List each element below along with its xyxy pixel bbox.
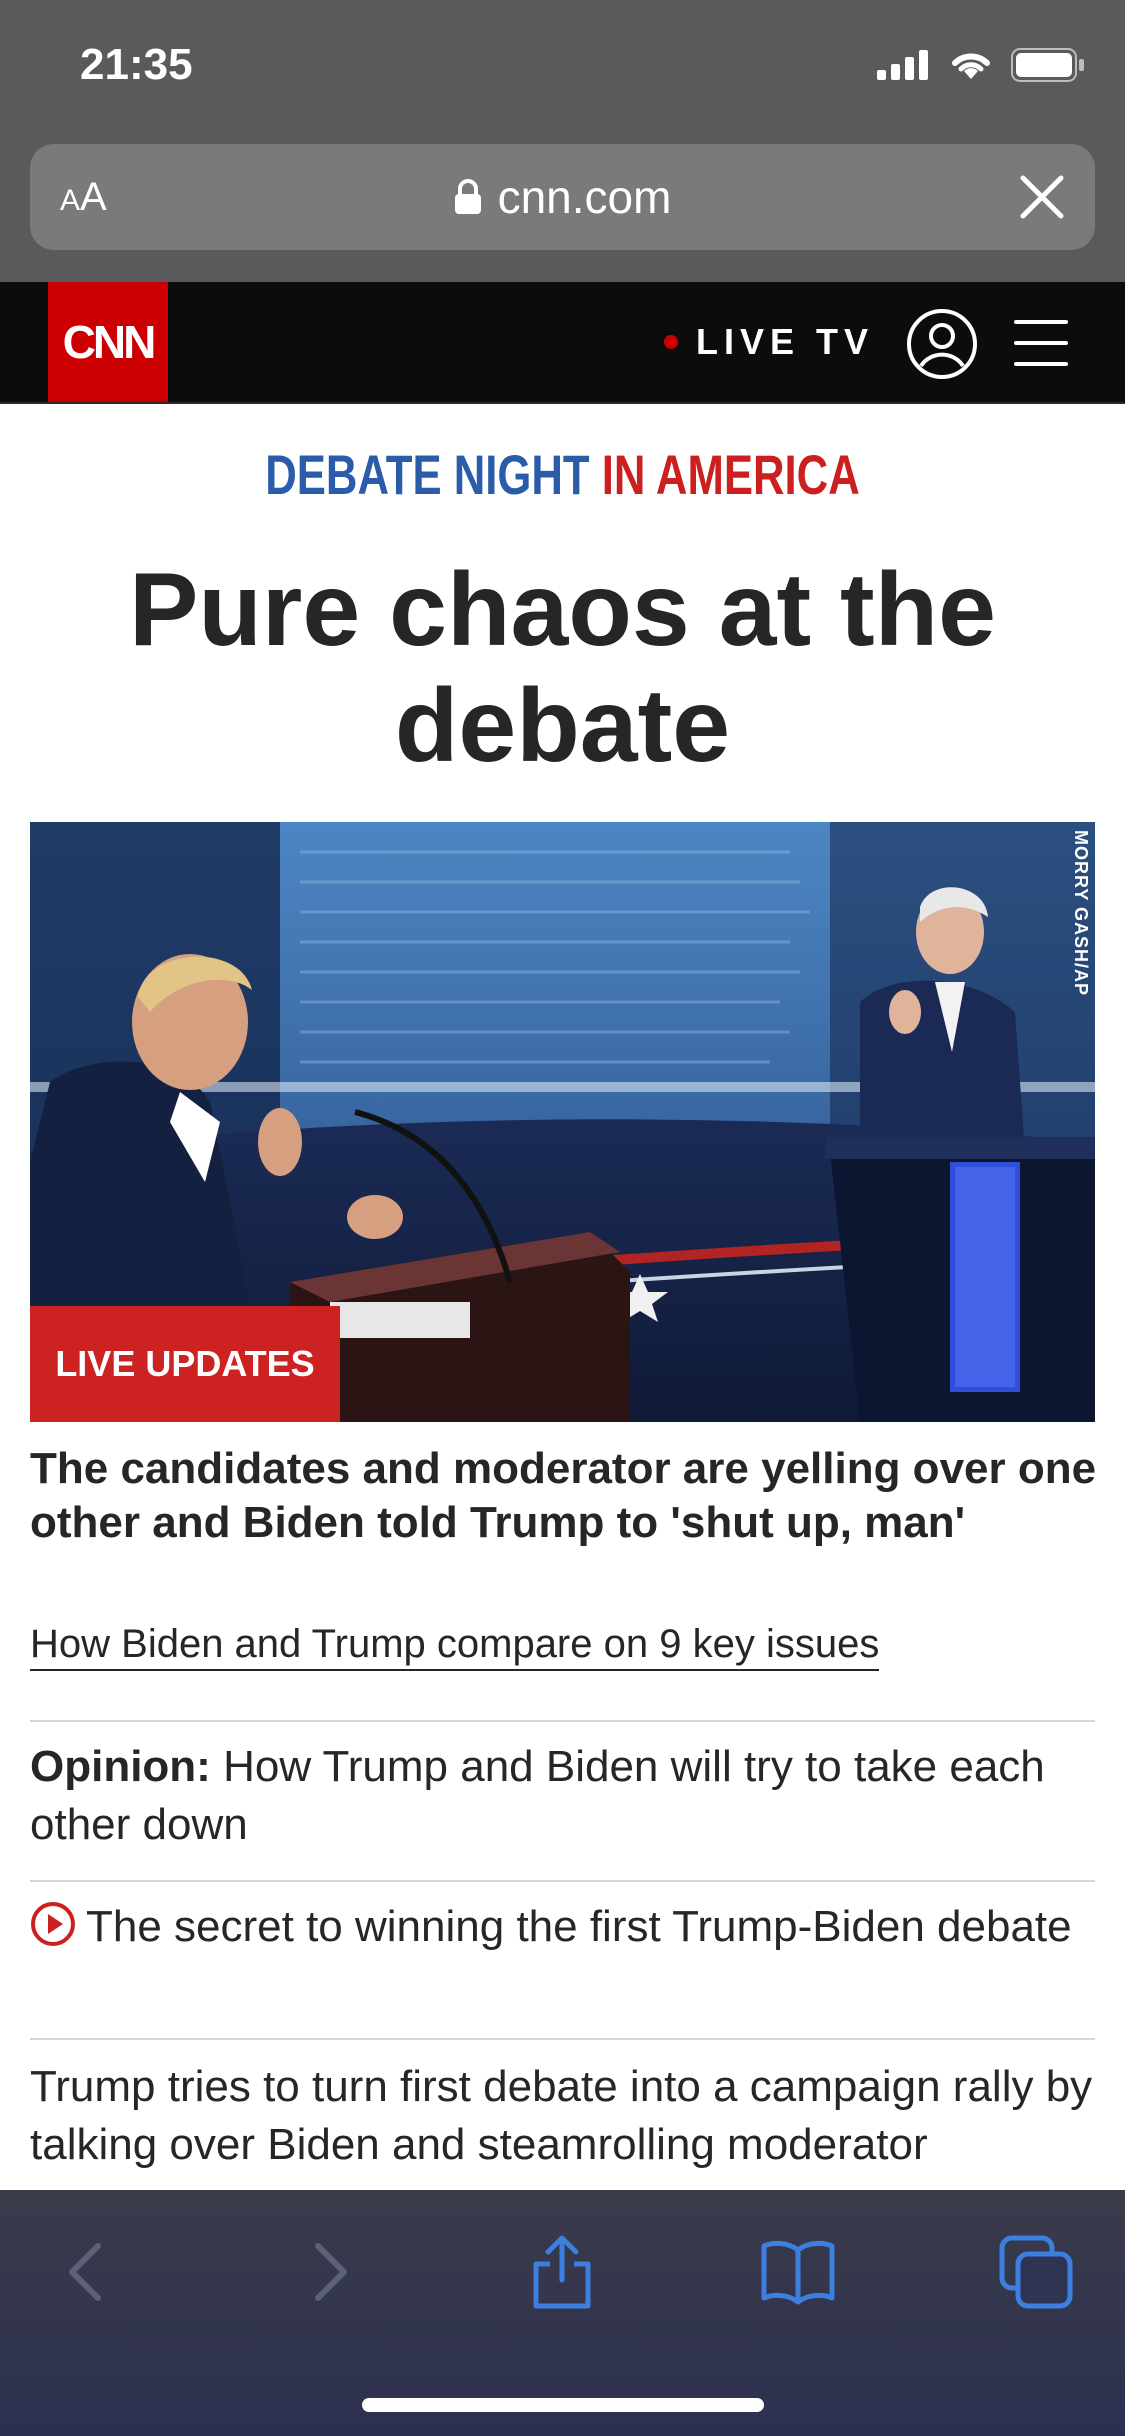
divider (30, 2038, 1095, 2040)
cnn-logo[interactable]: CNN (48, 282, 168, 402)
url-display[interactable]: cnn.com (30, 144, 1095, 250)
section-kicker[interactable]: DEBATE NIGHT IN AMERICA (124, 442, 1002, 507)
lock-icon (454, 179, 481, 214)
url-text: cnn.com (497, 171, 672, 223)
browser-top-chrome: 21:35 AA cnn.com (0, 0, 1125, 282)
close-icon[interactable] (1015, 170, 1069, 224)
story-opinion[interactable]: Opinion: How Trump and Biden will try to… (30, 1738, 1100, 1854)
status-time: 21:35 (80, 40, 193, 89)
signal-icon (877, 50, 928, 80)
page-headline[interactable]: Pure chaos at the debate (40, 552, 1085, 784)
live-dot-icon (664, 335, 678, 349)
chevron-left-icon[interactable] (48, 2232, 128, 2312)
live-tv-label: LIVE TV (696, 321, 875, 362)
status-icons (877, 48, 1085, 82)
story-video[interactable]: The secret to winning the first Trump-Bi… (30, 1898, 1100, 1956)
battery-icon (1011, 48, 1084, 82)
live-updates-badge[interactable]: LIVE UPDATES (30, 1306, 340, 1422)
share-icon[interactable] (522, 2232, 602, 2312)
story-headline[interactable]: Trump tries to turn first debate into a … (30, 2058, 1100, 2174)
account-icon[interactable] (906, 308, 978, 380)
hamburger-menu-icon[interactable] (1014, 316, 1068, 370)
home-indicator[interactable] (362, 2398, 764, 2412)
chevron-right-icon[interactable] (288, 2232, 368, 2312)
book-icon[interactable] (758, 2232, 838, 2312)
hero-image[interactable]: MORRY GASH/AP LIVE UPDATES (30, 822, 1095, 1422)
divider (30, 1720, 1095, 1722)
address-bar[interactable]: AA cnn.com (30, 144, 1095, 250)
lead-headline[interactable]: The candidates and moderator are yelling… (30, 1442, 1100, 1550)
wifi-icon (952, 53, 990, 79)
live-tv-link[interactable]: LIVE TV (664, 282, 874, 402)
image-credit: MORRY GASH/AP (1071, 830, 1091, 997)
tabs-icon[interactable] (996, 2232, 1076, 2312)
related-link[interactable]: How Biden and Trump compare on 9 key iss… (30, 1622, 880, 1671)
site-header: CNN LIVE TV (0, 282, 1125, 404)
play-circle-icon (31, 1902, 75, 1946)
divider (30, 1880, 1095, 1882)
